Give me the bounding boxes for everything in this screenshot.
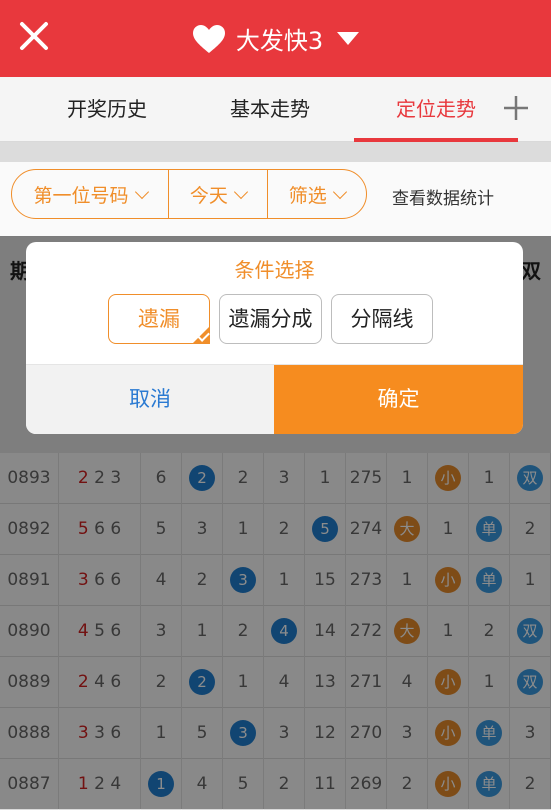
- filter-select[interactable]: 筛选: [268, 170, 366, 218]
- option-omission[interactable]: 遗漏: [108, 294, 210, 344]
- dropdown-arrow-icon[interactable]: [337, 32, 360, 45]
- date-select[interactable]: 今天: [169, 170, 268, 218]
- option-omission-split-label: 遗漏分成: [228, 307, 313, 331]
- tab-draw-history[interactable]: 开奖历史: [52, 77, 162, 141]
- add-icon[interactable]: [503, 95, 529, 121]
- position-select[interactable]: 第一位号码: [12, 170, 170, 218]
- condition-dialog: 条件选择 遗漏 遗漏分成 分隔线 取消 确定: [26, 242, 523, 434]
- page-title: 大发快3: [235, 27, 324, 55]
- tab-bar: 开奖历史 基本走势 定位走势: [0, 77, 551, 142]
- cancel-button[interactable]: 取消: [26, 365, 274, 434]
- chevron-down-icon: [332, 184, 347, 199]
- chevron-down-icon: [134, 184, 149, 199]
- heart-icon[interactable]: [192, 24, 226, 54]
- filter-select-label: 筛选: [288, 184, 327, 207]
- confirm-button[interactable]: 确定: [274, 365, 523, 434]
- date-select-label: 今天: [189, 184, 228, 207]
- position-select-label: 第一位号码: [33, 184, 129, 207]
- tab-position-trend[interactable]: 定位走势: [381, 77, 491, 141]
- dialog-title: 条件选择: [234, 258, 315, 282]
- lottery-selector[interactable]: 大发快3: [0, 0, 551, 77]
- filter-group: 第一位号码 今天 筛选: [11, 169, 367, 219]
- option-divider-line[interactable]: 分隔线: [331, 294, 433, 344]
- option-omission-label: 遗漏: [138, 307, 180, 331]
- option-omission-split[interactable]: 遗漏分成: [219, 294, 322, 344]
- view-stats-link[interactable]: 查看数据统计: [392, 184, 494, 209]
- divider-strip: [0, 142, 551, 162]
- app-header: 大发快3: [0, 0, 551, 77]
- option-divider-line-label: 分隔线: [350, 307, 414, 331]
- chevron-down-icon: [233, 184, 248, 199]
- tab-basic-trend[interactable]: 基本走势: [215, 77, 325, 141]
